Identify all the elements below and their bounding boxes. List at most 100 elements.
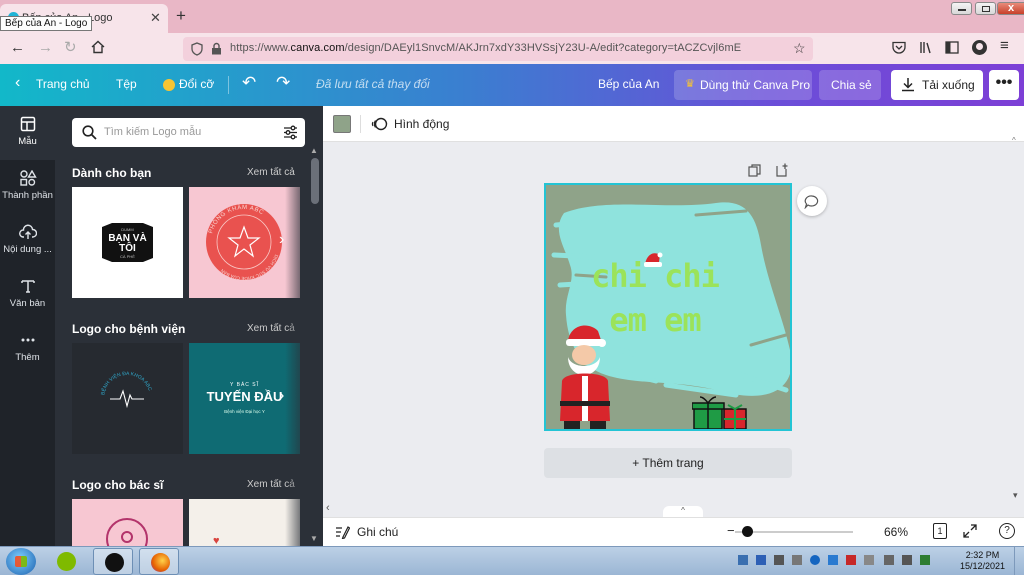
template-search-input[interactable]: Tìm kiếm Logo mẫu <box>72 118 305 147</box>
rail-item-text[interactable]: Văn bản <box>0 268 55 322</box>
add-comment-button[interactable] <box>797 186 827 216</box>
scroll-up-icon[interactable]: ^ <box>1012 136 1016 145</box>
panel-scrollbar[interactable]: ▲ ▼ <box>308 146 320 546</box>
pocket-icon[interactable] <box>892 41 906 54</box>
search-icon <box>82 125 97 140</box>
account-icon[interactable] <box>972 40 987 55</box>
text-icon <box>20 280 35 293</box>
animate-icon[interactable] <box>371 116 388 132</box>
redo-icon[interactable]: ↷ <box>276 73 290 93</box>
rail-label: Nội dung ... <box>3 244 52 255</box>
rail-item-uploads[interactable]: Nội dung ... <box>0 214 55 268</box>
template-tile[interactable]: DUMM BẠN VÀ TÔI CÀ PHÊ <box>72 187 183 298</box>
start-button[interactable] <box>6 548 36 575</box>
tile-text: TÔI <box>119 243 136 254</box>
taskbar-app-icon[interactable] <box>46 548 86 575</box>
template-tile[interactable]: ♥ <box>189 499 300 546</box>
menu-icon[interactable]: ≡ <box>1000 37 1009 54</box>
design-canvas[interactable]: chi chi em em <box>544 183 792 431</box>
system-tray-icons[interactable] <box>738 555 938 569</box>
notes-button[interactable]: Ghi chú <box>357 525 398 539</box>
tile-text: Bệnh viện Đại học Y <box>224 409 265 414</box>
help-button[interactable]: ? <box>999 523 1015 539</box>
section-title: Dành cho bạn <box>72 166 152 180</box>
heart-icon: ♥ <box>213 535 220 546</box>
back-icon[interactable]: ← <box>10 39 25 56</box>
rail-item-templates[interactable]: Mẫu <box>0 106 55 160</box>
zoom-level[interactable]: 66% <box>884 525 908 539</box>
restore-button[interactable] <box>975 2 996 15</box>
rail-label: Thêm <box>15 352 40 363</box>
tab-close-icon[interactable]: ✕ <box>150 10 161 26</box>
file-menu[interactable]: Tệp <box>116 77 137 91</box>
zoom-out-icon[interactable]: − <box>727 523 735 538</box>
template-tile[interactable] <box>72 499 183 546</box>
forward-icon[interactable]: → <box>38 39 53 56</box>
shield-icon[interactable] <box>191 42 203 56</box>
elements-icon <box>19 170 37 186</box>
section-title: Logo cho bác sĩ <box>72 478 164 492</box>
browser-tab-bar: Bếp của An - Logo ✕ Bếp của An - Logo + … <box>0 0 1024 33</box>
try-pro-button[interactable]: ♛ Dùng thử Canva Pro <box>674 70 812 100</box>
more-options-button[interactable]: ••• <box>989 70 1019 100</box>
zoom-slider-knob[interactable] <box>741 526 753 537</box>
clock[interactable]: 2:32 PM 15/12/2021 <box>960 550 1005 572</box>
new-tab-button[interactable]: + <box>176 6 186 26</box>
canvas-heading-line1[interactable]: chi chi <box>546 257 764 295</box>
minimize-button[interactable] <box>951 2 972 15</box>
lock-icon[interactable] <box>211 42 222 55</box>
scroll-left-icon[interactable]: ‹ <box>326 502 330 514</box>
gift-boxes-illustration[interactable] <box>692 395 750 429</box>
tab-tooltip: Bếp của An - Logo <box>0 16 93 31</box>
template-tile[interactable]: BỆNH VIỆN ĐA KHOA ABC <box>72 343 183 454</box>
rail-item-elements[interactable]: Thành phần <box>0 160 55 214</box>
side-rail: Mẫu Thành phần Nội dung ... Văn bản Thêm <box>0 106 55 546</box>
share-button[interactable]: Chia sẻ <box>819 70 881 100</box>
crown-icon: ♛ <box>685 78 695 90</box>
try-pro-label: Dùng thử Canva Pro <box>700 78 811 92</box>
add-page-icon[interactable] <box>775 163 789 177</box>
taskbar-tiktok-icon[interactable] <box>93 548 133 575</box>
sidebar-icon[interactable] <box>945 41 959 54</box>
reload-icon[interactable]: ↻ <box>64 38 77 56</box>
bookmark-star-icon[interactable]: ☆ <box>793 40 806 57</box>
scroll-thumb[interactable] <box>311 158 319 204</box>
svg-text:BỆNH VIỆN ĐA KHOA ABC: BỆNH VIỆN ĐA KHOA ABC <box>99 371 153 396</box>
url-text: https://www.canva.com/design/DAEyl1SnvcM… <box>230 42 742 54</box>
doctor-logo-graphic <box>106 518 148 546</box>
add-page-button[interactable]: + Thêm trang <box>544 448 792 478</box>
show-desktop-button[interactable] <box>1014 547 1024 575</box>
fullscreen-icon[interactable] <box>963 524 977 538</box>
download-button[interactable]: Tải xuống <box>891 70 983 100</box>
section-title: Logo cho bệnh viện <box>72 322 186 336</box>
background-color-swatch[interactable] <box>333 115 351 133</box>
chevron-left-icon[interactable]: ‹ <box>15 74 20 92</box>
taskbar-firefox-icon[interactable] <box>139 548 179 575</box>
animate-button[interactable]: Hình động <box>394 117 449 131</box>
library-icon[interactable] <box>919 41 933 54</box>
undo-icon[interactable]: ↶ <box>242 73 256 93</box>
santa-illustration[interactable] <box>554 321 616 429</box>
divider <box>228 76 229 94</box>
templates-panel: Tìm kiếm Logo mẫu Dành cho bạn Xem tất c… <box>55 106 323 546</box>
resize-button[interactable]: Đổi cỡ <box>179 77 214 91</box>
share-label: Chia sẻ <box>831 78 872 92</box>
clock-date: 15/12/2021 <box>960 561 1006 571</box>
more-icon <box>21 338 34 342</box>
download-label: Tải xuống <box>922 78 975 92</box>
notes-icon[interactable] <box>335 525 350 539</box>
editor-toolbar: Hình động ^ <box>323 106 1024 145</box>
filter-icon[interactable] <box>283 125 298 140</box>
duplicate-page-icon[interactable] <box>748 164 761 177</box>
browser-nav-bar: ← → ↻ https://www.canva.com/design/DAEyl… <box>0 33 1024 64</box>
url-bar[interactable]: https://www.canva.com/design/DAEyl1SnvcM… <box>183 37 813 61</box>
page-count-button[interactable]: 1 <box>933 523 947 539</box>
window-close-button[interactable]: x <box>997 2 1024 15</box>
editor-bottom-bar: Ghi chú − 66% 1 ? <box>323 517 1024 546</box>
team-name[interactable]: Bếp của An <box>598 77 659 91</box>
crown-coin-icon <box>163 79 175 91</box>
home-icon[interactable] <box>91 40 105 54</box>
home-link[interactable]: Trang chủ <box>36 77 90 91</box>
scroll-down-icon[interactable]: ▾ <box>1013 490 1018 501</box>
rail-item-more[interactable]: Thêm <box>0 322 55 376</box>
